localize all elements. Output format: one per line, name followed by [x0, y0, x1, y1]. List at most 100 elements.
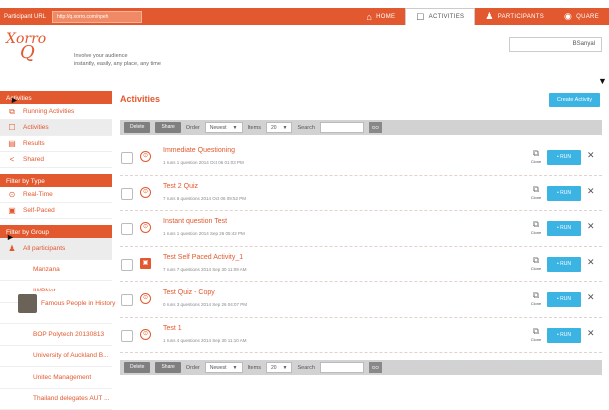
run-button[interactable]: • RUN	[547, 257, 581, 272]
activity-row[interactable]: ⊙Test 11 runs 4 questions 2014 Sep 30 11…	[120, 318, 602, 354]
items-value: 20	[271, 125, 277, 130]
sidebar-item-label: Results	[23, 140, 45, 147]
sidebar-item-activities[interactable]: ☐Activities	[0, 120, 112, 136]
search-go-button[interactable]: GO	[369, 122, 382, 133]
group-item[interactable]: University of Auckland B...	[0, 346, 112, 368]
items-select[interactable]: 20 ▼	[266, 122, 293, 133]
delete-icon[interactable]: ✕	[587, 292, 595, 303]
delete-icon[interactable]: ✕	[587, 186, 595, 197]
sidebar-item-label: Running Activities	[23, 108, 74, 115]
activity-title[interactable]: Instant question Test	[163, 218, 227, 225]
person-icon: ♟	[485, 11, 493, 22]
clone-button[interactable]: ⧉Clone	[529, 326, 543, 342]
activity-row[interactable]: ⊙Instant question Test1 runs 1 question …	[120, 211, 602, 247]
search-go-button[interactable]: GO	[369, 362, 382, 373]
clone-label: Clone	[531, 159, 541, 164]
delete-icon[interactable]: ✕	[587, 221, 595, 232]
activity-row[interactable]: ▣Test Self Paced Activity_17 runs 7 ques…	[120, 247, 602, 283]
chevron-down-icon: ▼	[283, 125, 288, 130]
nav-activities[interactable]: ☐Activities	[405, 8, 475, 25]
items-label: Items	[248, 365, 261, 371]
activity-title[interactable]: Test 2 Quiz	[163, 183, 198, 190]
sidebar-item-results[interactable]: ▤ Results	[0, 136, 112, 152]
group-item[interactable]: Thailand delegates AUT ...	[0, 389, 112, 410]
real-time-icon: ⊙	[6, 190, 18, 199]
row-checkbox[interactable]	[121, 223, 133, 235]
row-checkbox[interactable]	[121, 294, 133, 306]
search-input[interactable]	[320, 362, 364, 373]
activity-row[interactable]: ⊙Test Quiz - Copy0 runs 3 questions 2014…	[120, 282, 602, 318]
list-toolbar-top: Delete Share Order Newest▼ Items 20▼ Sea…	[120, 120, 602, 135]
nav-home[interactable]: ⌂ Home	[356, 8, 405, 25]
results-icon: ▤	[6, 139, 18, 148]
clone-button[interactable]: ⧉Clone	[529, 184, 543, 200]
user-menu[interactable]: BSanyal	[509, 37, 602, 52]
arrow-right-icon: ►	[6, 232, 15, 242]
delete-icon[interactable]: ✕	[587, 257, 595, 268]
order-value: Newest	[210, 365, 227, 370]
logo-q: Q	[20, 46, 46, 60]
order-select[interactable]: Newest▼	[205, 362, 243, 373]
sidebar-item-label: Shared	[23, 156, 44, 163]
sidebar-item-running[interactable]: ⧉Running Activities	[0, 104, 112, 120]
list-toolbar-bottom: Delete Share Order Newest▼ Items 20▼ Sea…	[120, 360, 602, 375]
group-item[interactable]: Unitec Management	[0, 367, 112, 389]
activity-meta: 1 runs 1 question 2014 Sep 26 05:42 PM	[163, 231, 245, 236]
activity-meta: 1 runs 1 question 2014 Oct 06 01:03 PM	[163, 160, 244, 165]
clone-icon: ⧉	[529, 290, 543, 301]
create-activity-button[interactable]: Create Activity	[549, 93, 600, 107]
activity-title[interactable]: Test Self Paced Activity_1	[163, 254, 243, 261]
filter-self-paced[interactable]: ▣Self-Paced	[0, 203, 112, 219]
nav-quare[interactable]: ◉ Quare	[554, 8, 609, 25]
delete-icon[interactable]: ✕	[587, 150, 595, 161]
search-input[interactable]	[320, 122, 364, 133]
run-button[interactable]: • RUN	[547, 186, 581, 201]
share-button[interactable]: Share	[155, 122, 180, 133]
clone-icon: ⧉	[529, 326, 543, 337]
clone-button[interactable]: ⧉Clone	[529, 219, 543, 235]
delete-button[interactable]: Delete	[124, 122, 150, 133]
clone-button[interactable]: ⧉Clone	[529, 148, 543, 164]
activity-title[interactable]: Test 1	[163, 325, 182, 332]
camera-icon: ◉	[564, 11, 572, 22]
sidebar-item-shared[interactable]: <Shared	[0, 152, 112, 168]
row-checkbox[interactable]	[121, 330, 133, 342]
delete-button[interactable]: Delete	[124, 362, 150, 373]
nav-label: Quare	[576, 14, 599, 20]
home-icon: ⌂	[366, 12, 372, 22]
nav-participants[interactable]: ♟Participants	[475, 8, 554, 25]
row-checkbox[interactable]	[121, 152, 133, 164]
row-checkbox[interactable]	[121, 259, 133, 271]
delete-icon[interactable]: ✕	[587, 328, 595, 339]
run-button[interactable]: • RUN	[547, 221, 581, 236]
activity-title[interactable]: Test Quiz - Copy	[163, 289, 215, 296]
top-bar: Participant URL http://q.xorro.com/npeh …	[0, 8, 609, 25]
group-item[interactable]: Manzana	[0, 260, 112, 282]
sidebar-item-label: Activities	[23, 124, 49, 131]
activity-row[interactable]: ⊙Immediate Questioning1 runs 1 question …	[120, 140, 602, 176]
activity-row[interactable]: ⊙Test 2 Quiz7 runs 6 questions 2014 Oct …	[120, 176, 602, 212]
nav-label: Home	[376, 14, 395, 20]
row-checkbox[interactable]	[121, 188, 133, 200]
group-label: All participants	[23, 245, 65, 252]
clone-button[interactable]: ⧉Clone	[529, 290, 543, 306]
nav-label: Activities	[429, 14, 465, 20]
activity-meta: 7 runs 6 questions 2014 Oct 06 09:52 PM	[163, 196, 246, 201]
chevron-down-icon: ▼	[233, 125, 238, 130]
group-all-participants[interactable]: ♟All participants	[0, 238, 112, 260]
run-button[interactable]: • RUN	[547, 328, 581, 343]
order-value: Newest	[210, 125, 227, 130]
run-button[interactable]: • RUN	[547, 150, 581, 165]
participant-url-field[interactable]: http://q.xorro.com/npeh	[52, 11, 142, 23]
order-select[interactable]: Newest ▼	[205, 122, 243, 133]
share-button[interactable]: Share	[155, 362, 180, 373]
search-label: Search	[297, 125, 314, 131]
activity-title[interactable]: Immediate Questioning	[163, 147, 235, 154]
group-filter-header: Filter by Group	[0, 225, 112, 238]
run-button[interactable]: • RUN	[547, 292, 581, 307]
filter-real-time[interactable]: ⊙Real-Time	[0, 187, 112, 203]
sidebar: Activities ⧉Running Activities ☐Activiti…	[0, 90, 112, 410]
items-select[interactable]: 20▼	[266, 362, 293, 373]
group-item[interactable]: BOP Polytech 20130813	[0, 324, 112, 346]
clone-button[interactable]: ⧉Clone	[529, 255, 543, 271]
